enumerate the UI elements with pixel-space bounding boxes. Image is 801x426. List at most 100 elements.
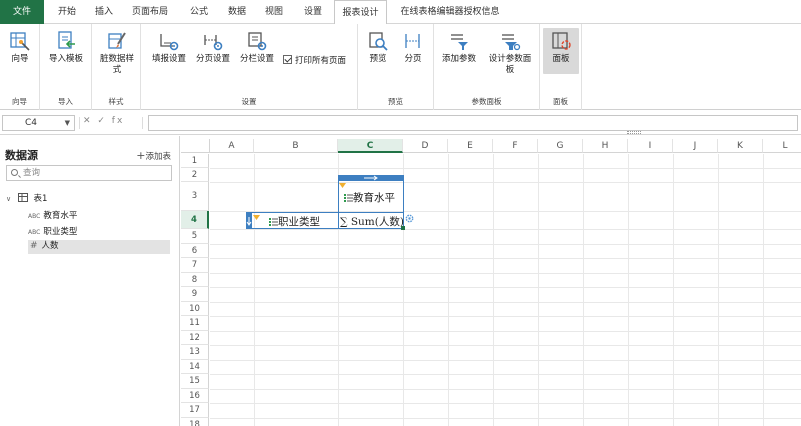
tab-home[interactable]: 开始 bbox=[50, 0, 84, 24]
group-panel: 面板 面板 bbox=[540, 24, 582, 110]
dirty-data-style-icon bbox=[108, 32, 126, 49]
column-header[interactable]: L bbox=[763, 139, 801, 153]
add-table-button[interactable]: +添加表 bbox=[136, 149, 171, 162]
row-header[interactable]: 18 bbox=[181, 417, 209, 426]
row-header[interactable]: 9 bbox=[181, 287, 209, 302]
tab-license-info[interactable]: 在线表格编辑器授权信息 bbox=[392, 0, 508, 24]
row-header[interactable]: 2 bbox=[181, 168, 209, 182]
grid-line bbox=[210, 374, 801, 375]
dirty-data-style-button[interactable]: 脏数据样式 bbox=[95, 30, 139, 76]
tab-report-design[interactable]: 报表设计 bbox=[334, 0, 387, 25]
wizard-icon bbox=[10, 32, 30, 51]
wizard-button[interactable]: 向导 bbox=[4, 30, 36, 65]
tab-file[interactable]: 文件 bbox=[0, 0, 44, 24]
cell-b4[interactable]: 职业类型 bbox=[269, 214, 320, 229]
row-header[interactable]: 15 bbox=[181, 374, 209, 389]
chevron-down-icon[interactable]: ∨ bbox=[6, 195, 11, 203]
row-header[interactable]: 16 bbox=[181, 388, 209, 403]
arrow-right-icon bbox=[364, 175, 378, 181]
import-template-icon bbox=[58, 31, 75, 49]
name-box[interactable]: C4 ▼ bbox=[2, 115, 75, 131]
column-header[interactable]: J bbox=[673, 139, 718, 153]
column-header[interactable]: K bbox=[718, 139, 763, 153]
row-header[interactable]: 7 bbox=[181, 258, 209, 273]
panel-button[interactable]: 面板 bbox=[543, 28, 579, 74]
text-field-icon: ABC bbox=[28, 229, 41, 236]
tab-insert[interactable]: 插入 bbox=[87, 0, 121, 24]
pagination-button[interactable]: 分页 bbox=[398, 30, 428, 65]
cell-reference: C4 bbox=[25, 118, 38, 128]
fill-handle[interactable] bbox=[401, 226, 405, 230]
row-header[interactable]: 1 bbox=[181, 154, 209, 168]
row-header[interactable]: 8 bbox=[181, 272, 209, 287]
cell-b4-text: 职业类型 bbox=[278, 216, 320, 228]
tree-table-node[interactable]: ∨ 表1 bbox=[6, 192, 47, 204]
design-param-panel-button[interactable]: 设计参数面板 bbox=[484, 30, 536, 76]
cell-c4[interactable]: ∑ Sum(人数) bbox=[340, 214, 404, 229]
formula-input[interactable] bbox=[148, 115, 798, 131]
pivot-column-bar[interactable] bbox=[338, 175, 404, 181]
row-header-selected[interactable]: 4 bbox=[181, 211, 209, 229]
group-import-label: 导入 bbox=[58, 97, 73, 106]
grid-line bbox=[628, 154, 629, 426]
row-header[interactable]: 5 bbox=[181, 229, 209, 244]
row-header[interactable]: 6 bbox=[181, 243, 209, 258]
group-wizard: 向导 向导 bbox=[0, 24, 40, 110]
field-item[interactable]: ABC 教育水平 bbox=[28, 209, 77, 221]
resize-handle[interactable] bbox=[627, 131, 641, 134]
page-settings-button[interactable]: 分页设置 bbox=[192, 30, 234, 65]
preview-button[interactable]: 预览 bbox=[363, 30, 393, 65]
cell-c3[interactable]: 教育水平 bbox=[344, 190, 395, 205]
pagination-icon bbox=[405, 34, 420, 48]
grid-line bbox=[763, 154, 764, 426]
table-icon bbox=[17, 193, 28, 202]
column-header[interactable]: F bbox=[493, 139, 538, 153]
search-input[interactable]: 查询 bbox=[6, 165, 172, 181]
number-field-icon: # bbox=[30, 241, 38, 251]
column-header[interactable]: D bbox=[403, 139, 448, 153]
group-settings: 填报设置 分页设置 分栏设置 打印所有页面 设置 bbox=[141, 24, 358, 110]
column-settings-button[interactable]: 分栏设置 bbox=[236, 30, 278, 65]
gear-icon[interactable] bbox=[405, 214, 414, 223]
spreadsheet-grid[interactable]: A B C D E F G H I J K L 1 2 3 4 5 6 7 8 … bbox=[181, 136, 801, 426]
column-header[interactable]: E bbox=[448, 139, 493, 153]
tab-formulas[interactable]: 公式 bbox=[182, 0, 216, 24]
arrow-down-icon bbox=[246, 217, 252, 226]
row-header[interactable]: 10 bbox=[181, 301, 209, 316]
column-header[interactable]: I bbox=[628, 139, 673, 153]
tab-page-layout[interactable]: 页面布局 bbox=[124, 0, 176, 24]
select-all-corner[interactable] bbox=[181, 139, 210, 153]
pivot-row-bar[interactable] bbox=[246, 212, 252, 229]
grid-line bbox=[583, 154, 584, 426]
row-header[interactable]: 17 bbox=[181, 403, 209, 418]
chevron-down-icon[interactable]: ▼ bbox=[65, 116, 70, 130]
tab-view[interactable]: 视图 bbox=[257, 0, 291, 24]
grid-line bbox=[254, 154, 255, 426]
column-header[interactable]: G bbox=[538, 139, 583, 153]
formula-bar: C4 ▼ ✕ ✓ fx bbox=[0, 111, 801, 135]
panel-title: 数据源 bbox=[5, 149, 38, 162]
grid-line bbox=[448, 154, 449, 426]
column-header-selected[interactable]: C bbox=[338, 139, 403, 153]
formula-buttons: ✕ ✓ fx bbox=[83, 116, 125, 126]
column-header[interactable]: B bbox=[254, 139, 338, 153]
add-table-label: 添加表 bbox=[145, 152, 171, 162]
fill-settings-button[interactable]: 填报设置 bbox=[149, 30, 189, 65]
field-item-selected[interactable]: # 人数 bbox=[28, 240, 170, 254]
column-header[interactable]: A bbox=[210, 139, 254, 153]
field-item[interactable]: ABC 职业类型 bbox=[28, 225, 77, 237]
row-header[interactable]: 14 bbox=[181, 359, 209, 374]
tab-data[interactable]: 数据 bbox=[220, 0, 254, 24]
import-template-button[interactable]: 导入模板 bbox=[44, 30, 88, 65]
row-header[interactable]: 11 bbox=[181, 316, 209, 331]
row-header[interactable]: 13 bbox=[181, 345, 209, 360]
field-name: 人数 bbox=[41, 241, 59, 251]
grid-line bbox=[210, 168, 801, 169]
print-all-pages-checkbox[interactable]: 打印所有页面 bbox=[283, 54, 346, 66]
add-parameter-button[interactable]: 添加参数 bbox=[439, 30, 479, 65]
column-header[interactable]: H bbox=[583, 139, 628, 153]
grid-line bbox=[538, 154, 539, 426]
tab-settings[interactable]: 设置 bbox=[294, 0, 332, 24]
row-header[interactable]: 12 bbox=[181, 330, 209, 345]
row-header[interactable]: 3 bbox=[181, 182, 209, 211]
